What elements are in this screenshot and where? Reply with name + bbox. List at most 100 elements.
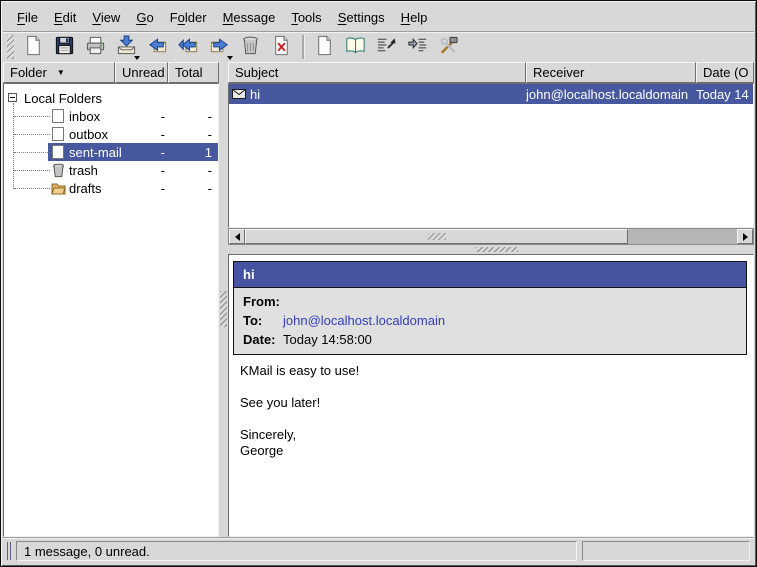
folder-row-outbox[interactable]: outbox-- (4, 125, 218, 143)
menu-edit[interactable]: Edit (46, 6, 84, 29)
scrollbar-thumb-grip (428, 233, 446, 240)
statusbar-grip (7, 542, 11, 560)
toolbar (3, 31, 754, 62)
folder-unread-count: - (125, 181, 165, 196)
header-value-date: Today 14:58:00 (283, 332, 372, 347)
folder-name: sent-mail (69, 145, 122, 160)
message-header-rows: From:To:john@localhost.localdomainDate:T… (234, 287, 746, 354)
address-book-button[interactable] (340, 33, 371, 61)
toolbar-drag-handle[interactable] (7, 35, 14, 59)
kmail-window: FileEditViewGoFolderMessageToolsSettings… (0, 0, 757, 567)
dropdown-arrow-icon (227, 56, 233, 60)
scroll-right-button[interactable] (737, 229, 753, 244)
folder-unread-count: - (125, 145, 165, 160)
arrow-left-icon (235, 233, 240, 241)
check-mail-button[interactable] (111, 33, 142, 61)
menu-folder[interactable]: Folder (162, 6, 215, 29)
toolbar-separator (302, 35, 304, 59)
header-row-from: From: (234, 292, 746, 311)
header-label-to: To: (234, 313, 283, 328)
configure-button[interactable] (433, 33, 464, 61)
horizontal-splitter[interactable] (228, 245, 754, 254)
total-column-header[interactable]: Total (168, 62, 219, 83)
date-column-header[interactable]: Date (O (696, 62, 754, 83)
menubar: FileEditViewGoFolderMessageToolsSettings… (3, 4, 754, 31)
filter-button[interactable] (402, 33, 433, 61)
collapse-expander-icon[interactable] (8, 93, 17, 102)
header-row-date: Date:Today 14:58:00 (234, 330, 746, 349)
folder-unread-count: - (125, 109, 165, 124)
forward-button[interactable] (204, 33, 235, 61)
right-pane: Subject Receiver Date (O hijohn@localhos… (228, 62, 754, 537)
folder-row-sent-mail[interactable]: sent-mail-1 (4, 143, 218, 161)
save-button[interactable] (49, 33, 80, 61)
address-book-icon (344, 34, 367, 60)
tree-line (14, 152, 50, 153)
file-icon (51, 126, 66, 142)
message-row[interactable]: hijohn@localhost.localdomainToday 14 (229, 84, 753, 104)
folder-row-inbox[interactable]: inbox-- (4, 107, 218, 125)
new-message-icon (22, 34, 45, 60)
horizontal-splitter-grip (476, 247, 518, 252)
filter-icon (406, 34, 429, 60)
body-line (240, 411, 359, 427)
reply-button[interactable] (142, 33, 173, 61)
print-button[interactable] (80, 33, 111, 61)
folder-pane: Folder ▼ Unread Total Local Foldersinbox… (3, 62, 219, 537)
receiver-column-header[interactable]: Receiver (526, 62, 696, 83)
mail-status-icon (232, 87, 246, 102)
print-icon (84, 34, 107, 60)
sort-arrow-icon: ▼ (57, 69, 65, 77)
body-line: See you later! (240, 395, 359, 411)
date-column-label: Date (O (703, 65, 749, 80)
folder-total-count: 1 (172, 145, 212, 160)
folder-tree: Local Foldersinbox--outbox--sent-mail-1t… (3, 83, 219, 537)
message-subject-cell: hi (229, 87, 526, 102)
unread-column-header[interactable]: Unread (115, 62, 168, 83)
scrollbar-thumb[interactable] (245, 229, 628, 244)
reply-all-icon (177, 34, 200, 60)
message-body: KMail is easy to use! See you later! Sin… (240, 363, 359, 459)
body-line: KMail is easy to use! (240, 363, 359, 379)
move-to-trash-button[interactable] (235, 33, 266, 61)
subject-column-header[interactable]: Subject (228, 62, 526, 83)
menu-message[interactable]: Message (215, 6, 284, 29)
minus-glyph (10, 97, 15, 98)
find-messages-button[interactable] (371, 33, 402, 61)
folder-total-count: - (172, 127, 212, 142)
message-subject-title: hi (234, 262, 746, 287)
delete-button[interactable] (266, 33, 297, 61)
menu-help[interactable]: Help (393, 6, 436, 29)
statusbar: 1 message, 0 unread. (3, 537, 754, 564)
vertical-splitter[interactable] (219, 62, 228, 537)
scrollbar-track[interactable] (628, 229, 737, 244)
status-text: 1 message, 0 unread. (24, 544, 150, 559)
menu-file[interactable]: File (9, 6, 46, 29)
folder-column-header[interactable]: Folder ▼ (3, 62, 115, 83)
status-message-panel: 1 message, 0 unread. (16, 541, 577, 561)
move-to-trash-icon (239, 34, 262, 60)
reply-icon (146, 34, 169, 60)
menu-go[interactable]: Go (128, 6, 161, 29)
new-window-button[interactable] (309, 33, 340, 61)
delete-icon (270, 34, 293, 60)
scroll-left-button[interactable] (229, 229, 245, 244)
reply-all-button[interactable] (173, 33, 204, 61)
menu-settings[interactable]: Settings (330, 6, 393, 29)
folder-total-count: - (172, 109, 212, 124)
folder-name: outbox (69, 127, 108, 142)
main-area: Folder ▼ Unread Total Local Foldersinbox… (3, 62, 754, 537)
horizontal-scrollbar[interactable] (228, 228, 754, 245)
menu-tools[interactable]: Tools (283, 6, 329, 29)
folder-row-trash[interactable]: trash-- (4, 161, 218, 179)
new-message-button[interactable] (18, 33, 49, 61)
header-label-date: Date: (234, 332, 283, 347)
folder-row-drafts[interactable]: drafts-- (4, 179, 218, 197)
folder-total-count: - (172, 163, 212, 178)
menu-view[interactable]: View (84, 6, 128, 29)
message-list: hijohn@localhost.localdomainToday 14 (228, 83, 754, 228)
file-icon (51, 144, 66, 160)
folder-name: drafts (69, 181, 102, 196)
email-link[interactable]: john@localhost.localdomain (283, 313, 445, 328)
folder-row-local-folders[interactable]: Local Folders (4, 89, 218, 107)
